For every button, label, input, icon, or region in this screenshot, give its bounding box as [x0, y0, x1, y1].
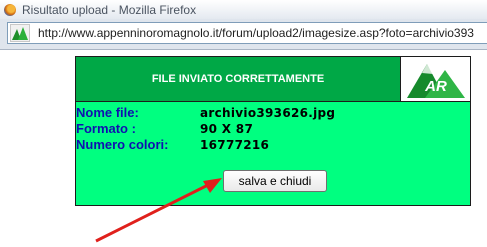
file-info: Nome file: archivio393626.jpg Formato : …: [76, 105, 335, 153]
colors-value: 16777216: [200, 138, 270, 152]
url-field[interactable]: http://www.appenninoromagnolo.it/forum/u…: [7, 22, 487, 44]
upload-result-panel: FILE INVIATO CORRETTAMENTE AR Nome file:…: [75, 56, 471, 206]
save-and-close-button[interactable]: salva e chiudi: [223, 170, 327, 192]
mountain-logo-icon: AR: [406, 64, 465, 98]
format-label: Formato :: [76, 121, 136, 136]
filename-value: archivio393626.jpg: [200, 106, 336, 120]
filename-label: Nome file:: [76, 105, 139, 120]
address-bar: http://www.appenninoromagnolo.it/forum/u…: [0, 19, 487, 50]
site-favicon-icon: [10, 24, 30, 42]
page-content: FILE INVIATO CORRETTAMENTE AR Nome file:…: [0, 50, 487, 247]
info-row-filename: Nome file: archivio393626.jpg: [76, 105, 335, 121]
panel-header: FILE INVIATO CORRETTAMENTE AR: [76, 57, 470, 102]
firefox-icon: [4, 3, 16, 16]
window-title: Risultato upload - Mozilla Firefox: [22, 2, 197, 17]
info-row-colors: Numero colori: 16777216: [76, 137, 335, 153]
window-titlebar: Risultato upload - Mozilla Firefox: [0, 0, 487, 19]
site-logo: AR: [400, 57, 470, 101]
panel-title: FILE INVIATO CORRETTAMENTE: [151, 73, 325, 85]
url-text: http://www.appenninoromagnolo.it/forum/u…: [38, 26, 474, 40]
logo-text: AR: [424, 78, 447, 95]
format-value: 90 X 87: [200, 122, 254, 136]
info-row-format: Formato : 90 X 87: [76, 121, 335, 137]
colors-label: Numero colori:: [76, 137, 169, 152]
